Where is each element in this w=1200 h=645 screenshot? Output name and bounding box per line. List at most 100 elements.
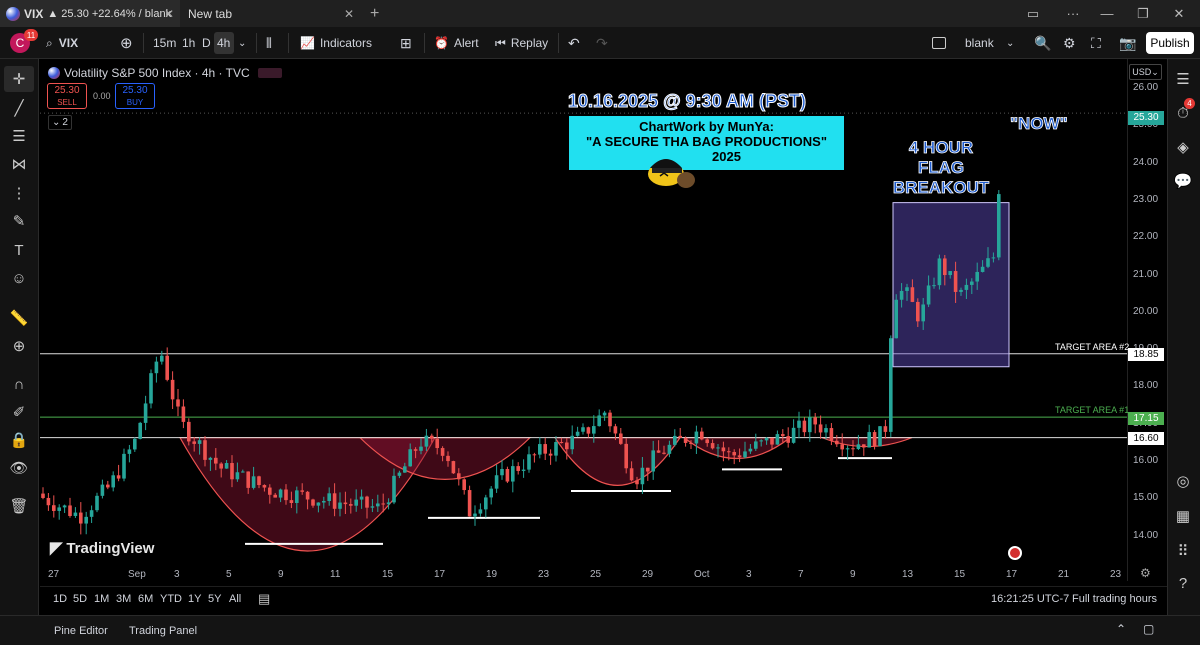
candle-body [327, 493, 331, 502]
candle-body [516, 466, 520, 471]
candle-body [883, 426, 888, 432]
candle-body [932, 285, 936, 287]
candle-body [570, 435, 574, 450]
candle-body [230, 463, 234, 480]
candle-body [419, 446, 423, 451]
candle-body [899, 290, 904, 300]
range-button[interactable]: 5D [73, 593, 87, 605]
candle-body [673, 435, 677, 445]
candle-body [581, 427, 585, 432]
time-tick: 3 [174, 569, 180, 580]
candle-body [278, 489, 283, 498]
symbol-title: Volatility S&P 500 Index · 4h · TVC [64, 66, 250, 80]
candle-body [716, 447, 720, 449]
range-button[interactable]: 6M [138, 593, 153, 605]
time-tick: 19 [486, 569, 498, 580]
candle-body [484, 497, 488, 510]
candle-body [311, 499, 315, 506]
time-tick: 21 [1058, 569, 1070, 580]
currency-label: USD [1132, 67, 1152, 77]
price-tick: 20.00 [1133, 305, 1159, 317]
candle-body [397, 472, 402, 476]
candle-body [943, 258, 947, 276]
candle-body [322, 501, 326, 503]
range-button[interactable]: 1D [53, 593, 67, 605]
candle-body [786, 436, 790, 443]
candle-body [667, 444, 672, 454]
candle-body [224, 463, 229, 469]
time-tick: 17 [434, 569, 446, 580]
chevron-down-icon: ⌄ [52, 117, 61, 128]
candle-body [154, 361, 159, 374]
price-tick: 14.00 [1133, 529, 1159, 541]
candle-body [894, 299, 898, 339]
candle-body [829, 428, 834, 441]
candle-body [700, 431, 704, 440]
candle-body [759, 440, 763, 442]
chevron-down-icon: ⌄ [1151, 66, 1159, 77]
price-label-1715: 17.15 [1128, 412, 1164, 425]
collapse-count: 2 [62, 117, 68, 128]
candle-body [910, 287, 915, 302]
tradingview-logo: ◤ TradingView [50, 538, 154, 558]
session-button[interactable]: Full trading hours [1072, 593, 1157, 605]
time-tick: 5 [226, 569, 232, 580]
indicator-collapse[interactable]: ⌄ 2 [48, 115, 72, 130]
legend-flag[interactable] [257, 68, 282, 78]
candle-body [835, 440, 839, 445]
price-tick: 23.00 [1133, 193, 1159, 205]
candle-body [338, 502, 342, 509]
candle-body [916, 301, 920, 322]
candle-body [435, 438, 439, 449]
axis-settings-icon[interactable]: ⚙ [1140, 566, 1151, 580]
time-tick: 9 [850, 569, 856, 580]
candle-body [808, 417, 812, 433]
candle-body [268, 487, 272, 495]
candle-body [532, 454, 537, 456]
range-button[interactable]: All [229, 593, 241, 605]
candle-body [878, 426, 882, 447]
pine-editor-tab[interactable]: Pine Editor [54, 625, 108, 637]
range-button[interactable]: 5Y [208, 593, 221, 605]
candle-body [462, 479, 466, 491]
candle-body [354, 499, 358, 506]
candle-body [791, 427, 796, 443]
price-tick: 24.00 [1133, 156, 1159, 168]
range-button[interactable]: 1Y [188, 593, 201, 605]
candle-body [867, 432, 871, 448]
candle-body [467, 490, 472, 517]
candle-body [100, 484, 105, 496]
candle-body [840, 444, 844, 450]
candle-body [624, 443, 628, 469]
range-button[interactable]: YTD [160, 593, 182, 605]
trading-panel-tab[interactable]: Trading Panel [129, 625, 197, 637]
range-button[interactable]: 3M [116, 593, 131, 605]
buy-button[interactable]: 25.30 BUY [115, 83, 155, 109]
candle-body [289, 500, 294, 503]
candle-body [543, 444, 547, 454]
candle-body [775, 434, 780, 445]
candle-body [905, 287, 909, 291]
candle-body [403, 466, 407, 473]
candle-body [608, 412, 612, 427]
candle-body [413, 449, 418, 451]
candle-body [565, 442, 569, 450]
goto-date-icon[interactable]: ▤ [258, 591, 270, 607]
maximize-panel-icon[interactable]: ▢ [1143, 622, 1154, 636]
candle-body [343, 502, 348, 505]
candle-body [295, 490, 299, 503]
candle-body [629, 468, 634, 481]
sell-button[interactable]: 25.30 SELL [47, 83, 87, 109]
candle-body [500, 469, 504, 476]
us-flag-icon[interactable] [1008, 546, 1022, 560]
currency-select[interactable]: USD ⌄ [1129, 64, 1162, 80]
price-label-1660: 16.60 [1128, 432, 1164, 445]
time-tick: 3 [746, 569, 752, 580]
time-tick: 23 [1110, 569, 1122, 580]
chevron-up-icon[interactable]: ⌃ [1116, 622, 1126, 636]
candle-body [133, 438, 137, 450]
candle-body [457, 473, 461, 480]
candle-body [203, 440, 207, 460]
candle-body [300, 490, 304, 492]
range-button[interactable]: 1M [94, 593, 109, 605]
